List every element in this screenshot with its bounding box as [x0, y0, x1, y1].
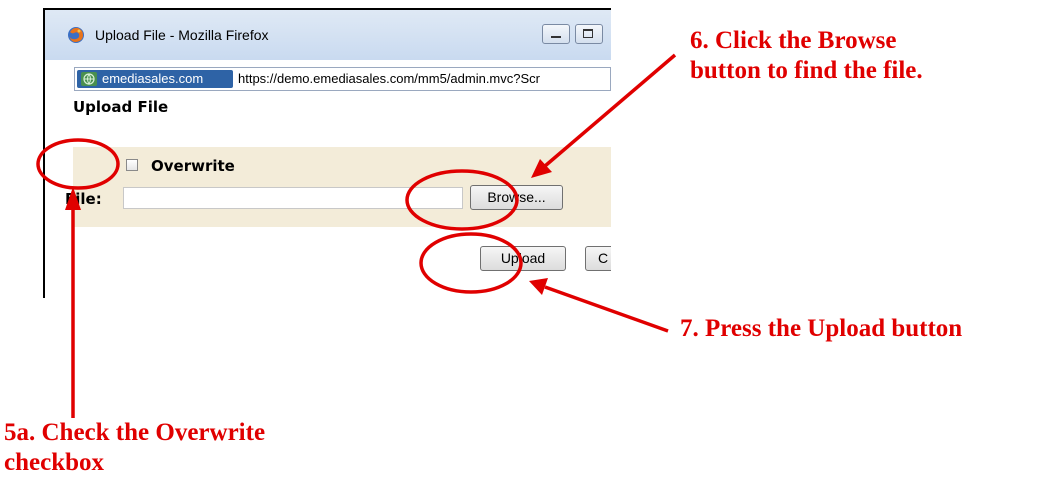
upload-arrowhead: [529, 278, 548, 295]
browse-arrow-line: [543, 53, 677, 168]
annotation-step-5a-line-1: 5a. Check the Overwrite: [4, 419, 266, 446]
overwrite-arrowhead: [65, 187, 81, 210]
annotation-step-6-line-1: 6. Click the Browse: [690, 27, 897, 54]
annotation-step-6-line-2: button to find the file.: [690, 57, 923, 84]
annotation-step-5a: 5a. Check the Overwrite checkbox: [4, 418, 265, 478]
upload-highlight-ellipse: [419, 232, 523, 294]
browse-highlight-ellipse: [405, 169, 519, 231]
annotation-step-7: 7. Press the Upload button: [680, 315, 963, 342]
annotation-step-5a-line-2: checkbox: [4, 449, 104, 476]
overwrite-highlight-ellipse: [36, 138, 120, 190]
annotation-step-6: 6. Click the Browse button to find the f…: [690, 26, 923, 86]
upload-arrow-line: [544, 285, 669, 333]
